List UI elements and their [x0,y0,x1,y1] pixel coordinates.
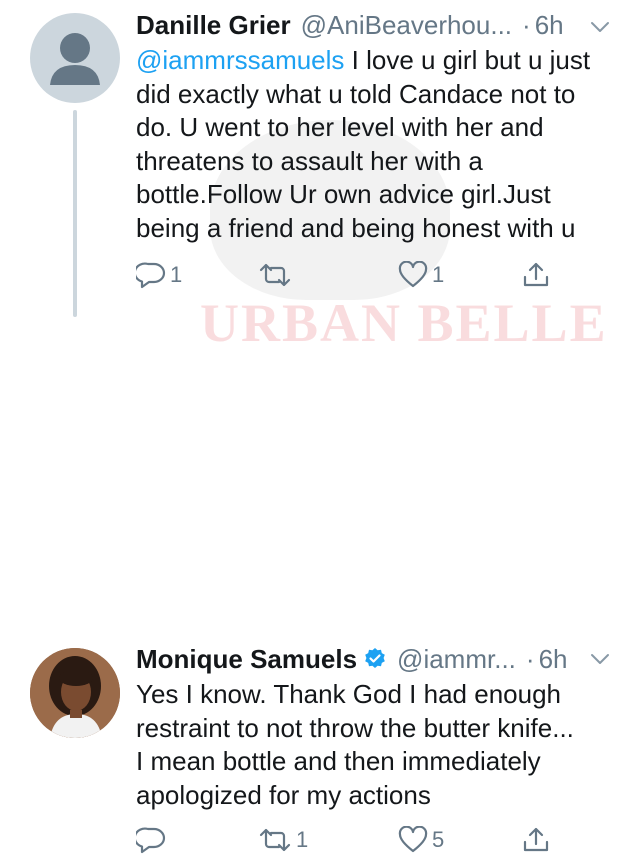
tweet-line: threatens to assault her with a [136,145,483,176]
tweet-line: Yes I know. Thank God I had enough [136,679,561,709]
tweet-line: restraint to not throw the butter knife.… [136,712,574,743]
tweet-actions: 1 5 [136,825,616,855]
separator-dot: · [525,643,535,674]
reply-icon [136,262,166,289]
tweet-line: @iammrssamuels I love u girl but u just [136,45,591,75]
share-icon [523,262,549,287]
tweet-header: Danille Grier @AniBeaverhou... · 6h [136,8,564,42]
retweet-button[interactable]: 1 [258,825,308,855]
profile-photo [30,648,120,738]
avatar[interactable] [30,648,120,738]
like-button[interactable]: 1 [398,260,444,290]
reply-button[interactable] [136,825,170,855]
tweet[interactable]: Danille Grier @AniBeaverhou... · 6h @iam… [0,0,639,317]
mention-link[interactable]: @iammrssamuels [136,45,344,75]
tweet[interactable]: Monique Samuels @iammr... · 6h Yes I kno… [0,316,639,854]
share-button[interactable] [522,825,550,855]
retweet-icon [259,828,291,852]
tweet-line: did exactly what u told Candace not to [136,78,576,109]
avatar[interactable] [30,13,120,103]
timestamp[interactable]: 6h [539,644,568,675]
tweet-line: bottle.Follow Ur own advice girl.Just [136,179,551,209]
separator-dot: · [522,9,531,40]
tweet-text: Yes I know. Thank God I had enough restr… [136,678,624,812]
tweet-actions: 1 1 [136,260,616,290]
tweet-line: do. U went to her level with her and [136,112,544,142]
share-icon [523,827,549,852]
chevron-down-icon[interactable] [590,20,610,34]
heart-icon [398,826,428,853]
like-count: 5 [432,827,445,852]
reply-count: 1 [170,262,183,287]
heart-icon [398,261,428,288]
display-name[interactable]: Monique Samuels [136,644,357,675]
chevron-down-icon[interactable] [590,652,610,666]
retweet-icon [259,263,291,287]
handle[interactable]: @AniBeaverhou... [301,10,512,41]
tweet-line: apologized for my actions [136,779,431,810]
retweet-button[interactable] [258,260,296,290]
retweet-count: 1 [296,827,309,852]
display-name[interactable]: Danille Grier [136,10,291,41]
thread-line [73,110,77,317]
tweet-header: Monique Samuels @iammr... · 6h [136,642,567,676]
reply-button[interactable]: 1 [136,260,182,290]
like-count: 1 [432,262,445,287]
reply-icon [136,827,166,854]
tweet-text: @iammrssamuels I love u girl but u just … [136,44,624,245]
timestamp[interactable]: 6h [535,10,564,41]
share-button[interactable] [522,260,550,290]
default-avatar-icon [50,33,100,85]
tweet-line: I mean bottle and then immediately [136,746,541,776]
tweet-line: being a friend and being honest with u [136,212,576,243]
verified-badge-icon [365,648,385,668]
handle[interactable]: @iammr... [397,644,516,675]
like-button[interactable]: 5 [398,825,444,855]
